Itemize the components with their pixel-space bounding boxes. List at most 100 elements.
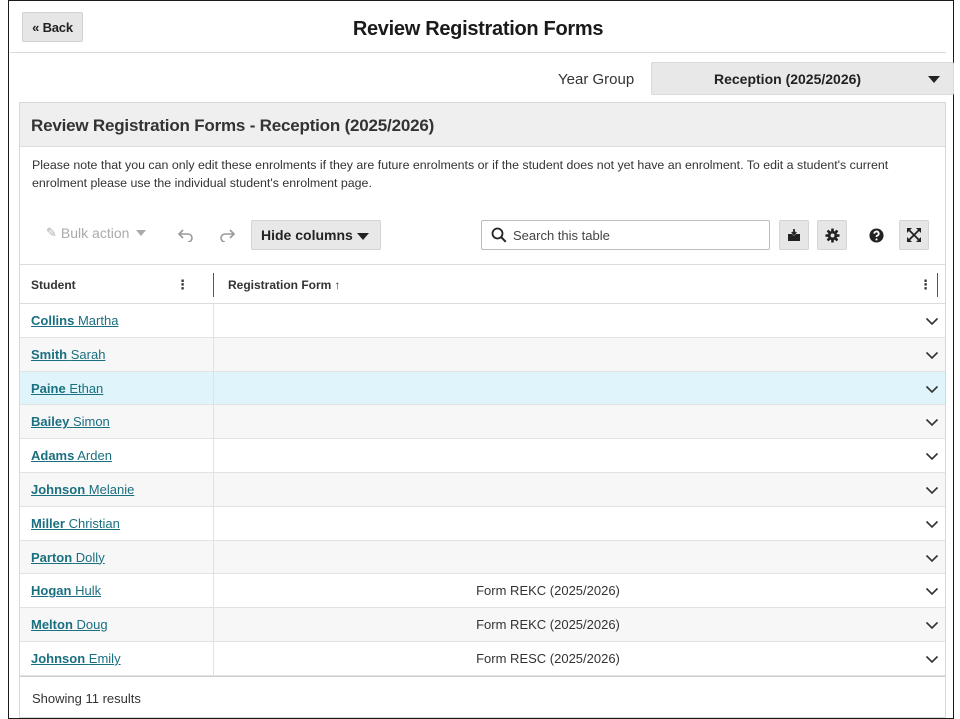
student-name-link[interactable]: Melton Doug <box>31 617 108 632</box>
pencil-icon: ✎ <box>46 225 57 240</box>
student-name-link[interactable]: Johnson Melanie <box>31 482 134 497</box>
hide-columns-button[interactable]: Hide columns <box>251 220 381 250</box>
registration-form-cell[interactable]: Form REKC (2025/2026) <box>213 617 883 632</box>
student-first-name: Simon <box>72 414 110 430</box>
enrolment-notice: Please note that you can only edit these… <box>32 158 889 190</box>
student-last-name: Johnson <box>31 650 86 666</box>
student-last-name: Johnson <box>31 481 86 497</box>
year-group-selected-value: Reception (2025/2026) <box>714 71 862 87</box>
column-divider[interactable] <box>213 273 214 297</box>
student-name-link[interactable]: Paine Ethan <box>31 381 103 396</box>
registration-table: Student ⋮ Registration Form ↑ ⋮ Collins M… <box>20 264 945 676</box>
student-name-link[interactable]: Johnson Emily <box>31 651 121 666</box>
export-icon <box>788 229 800 241</box>
table-row[interactable]: Johnson Melanie <box>20 472 945 507</box>
chevron-down-icon[interactable] <box>925 415 939 429</box>
chevron-down-icon[interactable] <box>925 551 939 565</box>
student-last-name: Hogan <box>31 583 72 599</box>
student-first-name: Arden <box>77 448 112 464</box>
chevron-down-icon[interactable] <box>925 449 939 463</box>
caret-down-icon <box>928 76 940 83</box>
table-row[interactable]: Parton Dolly <box>20 540 945 575</box>
column-header-label: Registration Form <box>228 278 332 292</box>
registration-form-cell[interactable]: Form REKC (2025/2026) <box>213 583 883 598</box>
column-header-student[interactable]: Student <box>31 278 76 292</box>
table-row[interactable]: Hogan Hulk Form REKC (2025/2026) <box>20 574 945 609</box>
column-menu-icon[interactable]: ⋮ <box>176 277 189 293</box>
search-input[interactable] <box>513 225 763 245</box>
student-first-name: Hulk <box>75 583 102 599</box>
column-divider <box>213 405 214 439</box>
student-last-name: Melton <box>31 617 73 633</box>
chevron-down-icon[interactable] <box>925 584 939 598</box>
student-name-link[interactable]: Bailey Simon <box>31 414 110 429</box>
student-first-name: Melanie <box>88 481 135 497</box>
registration-form-cell[interactable]: Form RESC (2025/2026) <box>213 651 883 666</box>
search-icon <box>491 227 507 243</box>
student-last-name: Collins <box>31 313 75 328</box>
student-name-link[interactable]: Collins Martha <box>31 313 118 328</box>
student-last-name: Miller <box>31 515 65 531</box>
column-divider <box>213 304 214 337</box>
chevron-down-icon[interactable] <box>925 314 939 328</box>
help-button[interactable] <box>861 220 891 250</box>
bulk-action-button[interactable]: ✎ Bulk action <box>46 225 147 241</box>
column-divider <box>213 439 214 472</box>
export-button[interactable] <box>779 220 809 250</box>
results-count: Showing 11 results <box>32 691 141 706</box>
column-divider <box>213 337 214 371</box>
table-header: Student ⋮ Registration Form ↑ ⋮ <box>20 264 945 304</box>
column-header-registration-form[interactable]: Registration Form ↑ <box>228 278 340 292</box>
page-title: Review Registration Forms <box>352 18 604 40</box>
column-divider <box>213 506 214 540</box>
expand-icon <box>907 228 921 242</box>
chevron-down-icon[interactable] <box>925 618 939 632</box>
fullscreen-button[interactable] <box>899 220 929 250</box>
chevron-down-icon[interactable] <box>925 348 939 362</box>
table-row[interactable]: Smith Sarah <box>20 337 945 372</box>
chevron-down-icon[interactable] <box>925 483 939 497</box>
student-first-name: Christian <box>68 515 120 531</box>
chevron-down-icon[interactable] <box>925 652 939 666</box>
student-first-name: Dolly <box>75 549 105 565</box>
bulk-action-label: Bulk action <box>60 225 130 241</box>
caret-down-icon <box>136 230 147 236</box>
help-icon <box>868 227 884 243</box>
redo-icon <box>220 229 235 242</box>
column-divider <box>213 371 214 405</box>
column-divider <box>213 540 214 574</box>
student-name-link[interactable]: Hogan Hulk <box>31 583 101 598</box>
student-first-name: Emily <box>88 650 121 666</box>
table-row[interactable]: Collins Martha <box>20 304 945 338</box>
review-panel: Review Registration Forms - Reception (2… <box>19 102 946 718</box>
panel-header: Review Registration Forms - Reception (2… <box>20 103 945 147</box>
table-row[interactable]: Bailey Simon <box>20 405 945 440</box>
undo-button[interactable] <box>174 222 198 248</box>
chevron-down-icon[interactable] <box>925 382 939 396</box>
search-box[interactable] <box>481 220 770 250</box>
table-row[interactable]: Adams Arden <box>20 439 945 473</box>
table-row[interactable]: Miller Christian <box>20 506 945 541</box>
table-toolbar: ✎ Bulk action Hide columns <box>20 218 945 252</box>
column-divider <box>213 472 214 506</box>
column-divider[interactable] <box>937 273 938 297</box>
year-group-label: Year Group <box>558 71 635 88</box>
student-name-link[interactable]: Miller Christian <box>31 516 120 531</box>
settings-button[interactable] <box>817 220 847 250</box>
table-row[interactable]: Paine Ethan <box>20 371 945 406</box>
page-header: « Back Review Registration Forms <box>10 7 946 53</box>
table-row[interactable]: Melton Doug Form REKC (2025/2026) <box>20 608 945 642</box>
student-last-name: Bailey <box>31 414 70 430</box>
student-name-link[interactable]: Adams Arden <box>31 448 112 463</box>
year-group-select[interactable]: Reception (2025/2026) <box>651 62 954 95</box>
gear-icon <box>824 227 840 243</box>
chevron-down-icon[interactable] <box>925 517 939 531</box>
column-menu-icon[interactable]: ⋮ <box>919 277 932 293</box>
table-footer: Showing 11 results <box>20 676 945 717</box>
redo-button[interactable] <box>215 222 239 248</box>
table-row[interactable]: Johnson Emily Form RESC (2025/2026) <box>20 641 945 676</box>
student-name-link[interactable]: Parton Dolly <box>31 550 105 565</box>
student-first-name: Doug <box>76 617 108 633</box>
student-name-link[interactable]: Smith Sarah <box>31 347 105 362</box>
sort-ascending-icon: ↑ <box>334 278 341 292</box>
